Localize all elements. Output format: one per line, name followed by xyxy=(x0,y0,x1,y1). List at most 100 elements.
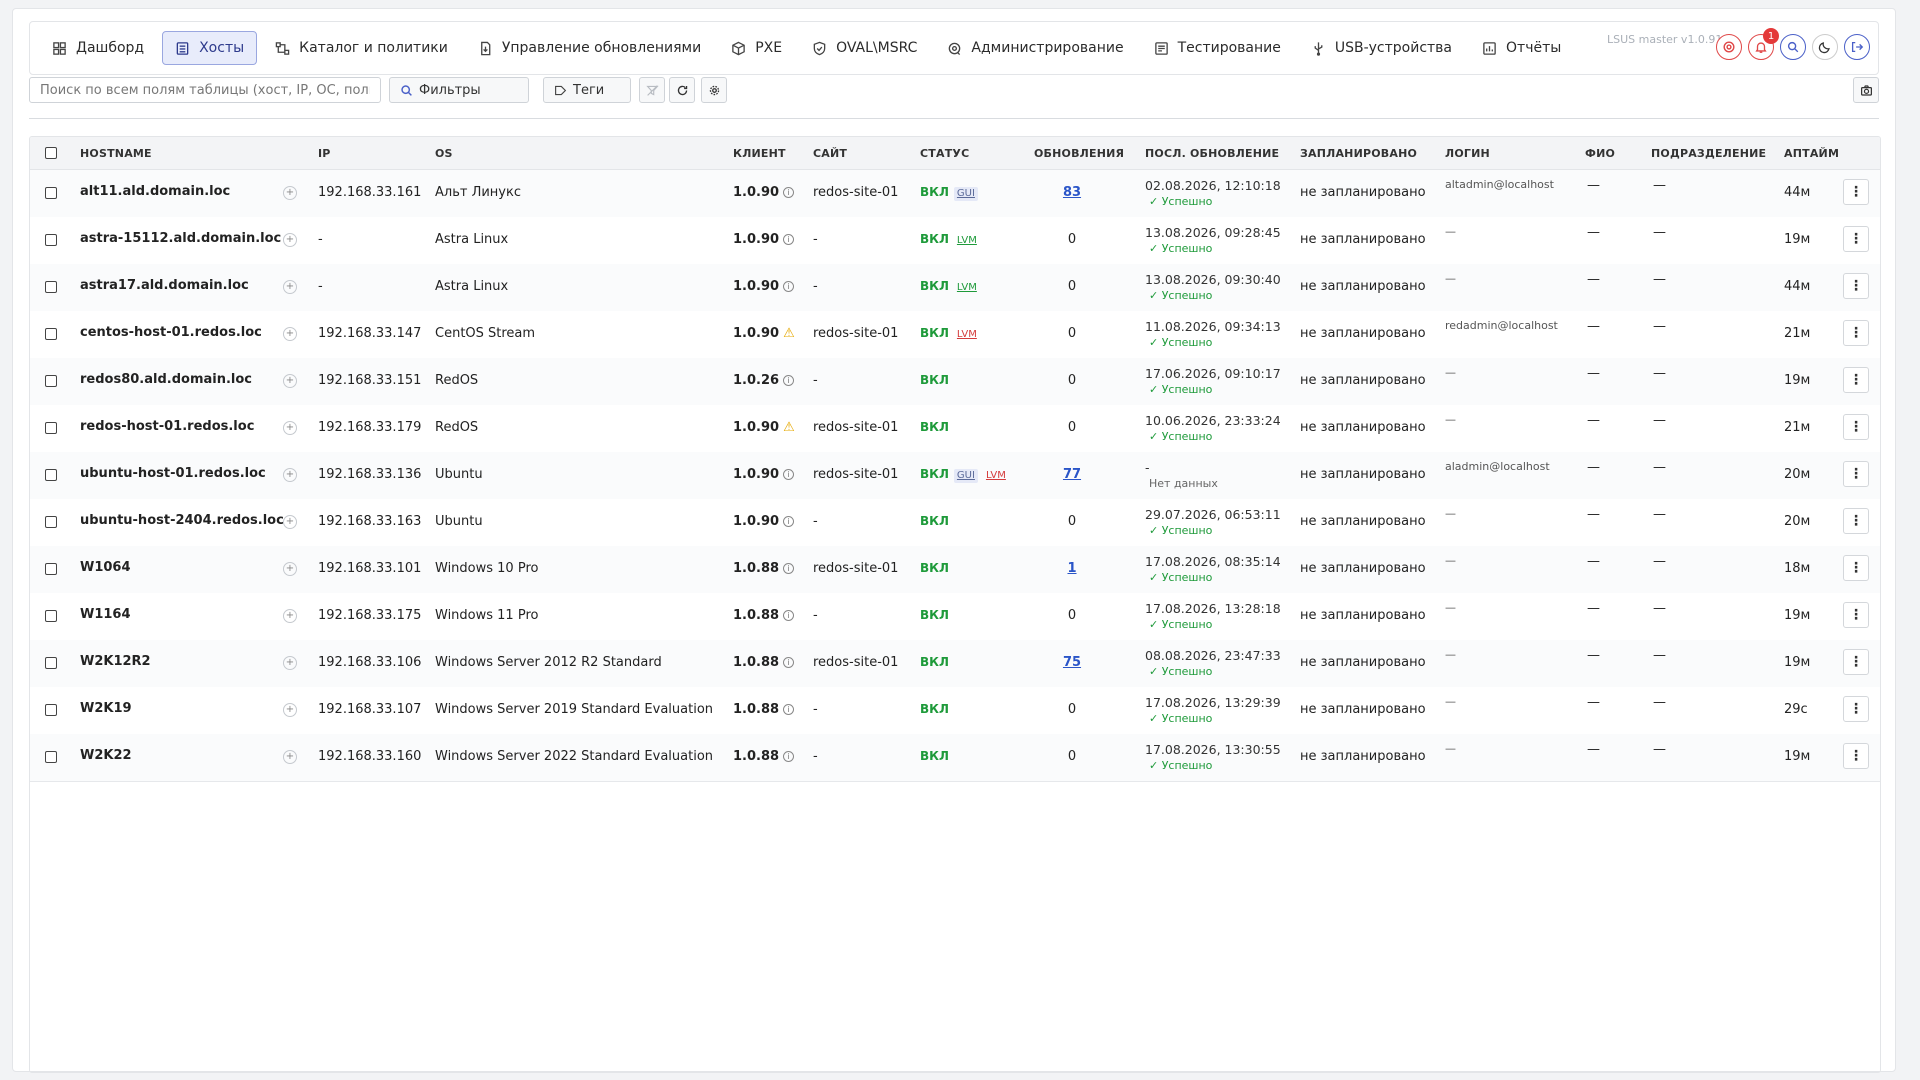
row-menu-button[interactable]: ⋮ xyxy=(1843,555,1869,581)
hostname[interactable]: astra-15112.ald.domain.loc xyxy=(80,231,281,246)
add-tag-button[interactable]: + xyxy=(283,750,297,764)
row-menu-button[interactable]: ⋮ xyxy=(1843,743,1869,769)
info-icon[interactable]: i xyxy=(783,704,795,715)
support-button[interactable] xyxy=(1716,34,1742,60)
nav-item-oval[interactable]: OVAL\MSRC xyxy=(800,32,929,64)
table-search-input[interactable] xyxy=(29,77,381,103)
add-tag-button[interactable]: + xyxy=(283,421,297,435)
refresh-button[interactable] xyxy=(669,77,695,103)
nav-item-catalog[interactable]: Каталог и политики xyxy=(263,32,460,64)
table-row[interactable]: centos-host-01.redos.loc +192.168.33.147 C… xyxy=(30,311,1880,359)
table-row[interactable]: astra-15112.ald.domain.loc + - Astra Linux 1… xyxy=(30,217,1880,265)
row-menu-button[interactable]: ⋮ xyxy=(1843,649,1869,675)
tags-button[interactable]: Теги xyxy=(543,77,631,103)
row-checkbox[interactable] xyxy=(45,328,57,340)
host-tag[interactable]: LVM xyxy=(954,281,980,295)
hostname[interactable]: W2K19 xyxy=(80,701,132,716)
warning-icon[interactable]: ⚠ xyxy=(783,326,795,341)
add-tag-button[interactable]: + xyxy=(283,280,297,294)
row-menu-button[interactable]: ⋮ xyxy=(1843,226,1869,252)
table-row[interactable]: W1164 +192.168.33.175 Windows 11 Pro 1.0.88… xyxy=(30,593,1880,641)
info-icon[interactable]: i xyxy=(783,234,795,245)
theme-toggle-button[interactable] xyxy=(1812,34,1838,60)
row-menu-button[interactable]: ⋮ xyxy=(1843,602,1869,628)
table-row[interactable]: redos-host-01.redos.loc +192.168.33.179 Re… xyxy=(30,405,1880,453)
host-tag[interactable]: LVM xyxy=(954,234,980,248)
row-checkbox[interactable] xyxy=(45,469,57,481)
info-icon[interactable]: i xyxy=(783,563,795,574)
col-site[interactable]: САЙТ xyxy=(813,147,847,160)
row-checkbox[interactable] xyxy=(45,187,57,199)
notifications-button[interactable]: 1 xyxy=(1748,28,1779,60)
nav-item-usb[interactable]: USB-устройства xyxy=(1299,32,1464,64)
row-menu-button[interactable]: ⋮ xyxy=(1843,508,1869,534)
row-menu-button[interactable]: ⋮ xyxy=(1843,461,1869,487)
col-department[interactable]: ПОДРАЗДЕЛЕНИЕ xyxy=(1651,147,1766,160)
row-checkbox[interactable] xyxy=(45,563,57,575)
host-tag[interactable]: LVM xyxy=(983,469,1009,483)
table-row[interactable]: W2K19 +192.168.33.107 Windows Server 2019 … xyxy=(30,687,1880,735)
add-tag-button[interactable]: + xyxy=(283,233,297,247)
hostname[interactable]: W2K12R2 xyxy=(80,654,151,669)
col-hostname[interactable]: HOSTNAME xyxy=(80,147,152,160)
row-checkbox[interactable] xyxy=(45,375,57,387)
table-row[interactable]: astra17.ald.domain.loc + - Astra Linux 1.0.9… xyxy=(30,264,1880,312)
add-tag-button[interactable]: + xyxy=(283,327,297,341)
hostname[interactable]: redos80.ald.domain.loc xyxy=(80,372,252,387)
updates-count-link[interactable]: 77 xyxy=(1063,467,1081,482)
row-checkbox[interactable] xyxy=(45,610,57,622)
hostname[interactable]: redos-host-01.redos.loc xyxy=(80,419,254,434)
warning-icon[interactable]: ⚠ xyxy=(783,420,795,435)
filters-button[interactable]: Фильтры xyxy=(389,77,529,103)
table-row[interactable]: W2K12R2 +192.168.33.106 Windows Server 201… xyxy=(30,640,1880,688)
info-icon[interactable]: i xyxy=(783,187,795,198)
nav-item-admin[interactable]: Администрирование xyxy=(935,32,1135,64)
updates-count-link[interactable]: 1 xyxy=(1067,561,1076,576)
row-checkbox[interactable] xyxy=(45,422,57,434)
col-ip[interactable]: IP xyxy=(318,147,331,160)
row-menu-button[interactable]: ⋮ xyxy=(1843,320,1869,346)
updates-count-link[interactable]: 83 xyxy=(1063,185,1081,200)
global-search-button[interactable] xyxy=(1780,34,1806,60)
col-client[interactable]: КЛИЕНТ xyxy=(733,147,786,160)
row-menu-button[interactable]: ⋮ xyxy=(1843,179,1869,205)
col-os[interactable]: OS xyxy=(435,147,453,160)
row-menu-button[interactable]: ⋮ xyxy=(1843,414,1869,440)
row-checkbox[interactable] xyxy=(45,751,57,763)
hostname[interactable]: W1064 xyxy=(80,560,131,575)
add-tag-button[interactable]: + xyxy=(283,468,297,482)
add-tag-button[interactable]: + xyxy=(283,703,297,717)
row-menu-button[interactable]: ⋮ xyxy=(1843,696,1869,722)
info-icon[interactable]: i xyxy=(783,751,795,762)
table-row[interactable]: W2K22 +192.168.33.160 Windows Server 2022 … xyxy=(30,734,1880,782)
hostname[interactable]: centos-host-01.redos.loc xyxy=(80,325,262,340)
host-tag[interactable]: GUI xyxy=(953,469,978,483)
col-uptime[interactable]: АПТАЙМ xyxy=(1784,147,1839,160)
info-icon[interactable]: i xyxy=(783,657,795,668)
info-icon[interactable]: i xyxy=(783,281,795,292)
add-tag-button[interactable]: + xyxy=(283,562,297,576)
table-row[interactable]: W1064 +192.168.33.101 Windows 10 Pro 1.0.88… xyxy=(30,546,1880,594)
hostname[interactable]: alt11.ald.domain.loc xyxy=(80,184,230,199)
col-scheduled[interactable]: ЗАПЛАНИРОВАНО xyxy=(1300,147,1417,160)
add-tag-button[interactable]: + xyxy=(283,656,297,670)
host-tag[interactable]: GUI xyxy=(953,187,978,201)
col-updates[interactable]: ОБНОВЛЕНИЯ xyxy=(1034,147,1124,160)
hostname[interactable]: W1164 xyxy=(80,607,131,622)
row-checkbox[interactable] xyxy=(45,704,57,716)
col-status[interactable]: СТАТУС xyxy=(920,147,969,160)
hostname[interactable]: ubuntu-host-2404.redos.loc xyxy=(80,513,284,528)
add-tag-button[interactable]: + xyxy=(283,609,297,623)
row-checkbox[interactable] xyxy=(45,234,57,246)
info-icon[interactable]: i xyxy=(783,375,795,386)
nav-item-pxe[interactable]: PXE xyxy=(719,32,794,64)
select-all-checkbox[interactable] xyxy=(45,147,57,159)
add-tag-button[interactable]: + xyxy=(283,186,297,200)
nav-item-reports[interactable]: Отчёты xyxy=(1470,32,1573,64)
hostname[interactable]: ubuntu-host-01.redos.loc xyxy=(80,466,266,481)
table-row[interactable]: ubuntu-host-2404.redos.loc +192.168.33.16… xyxy=(30,499,1880,547)
host-tag[interactable]: LVM xyxy=(954,328,980,342)
add-tag-button[interactable]: + xyxy=(283,515,297,529)
hostname[interactable]: W2K22 xyxy=(80,748,132,763)
row-menu-button[interactable]: ⋮ xyxy=(1843,273,1869,299)
